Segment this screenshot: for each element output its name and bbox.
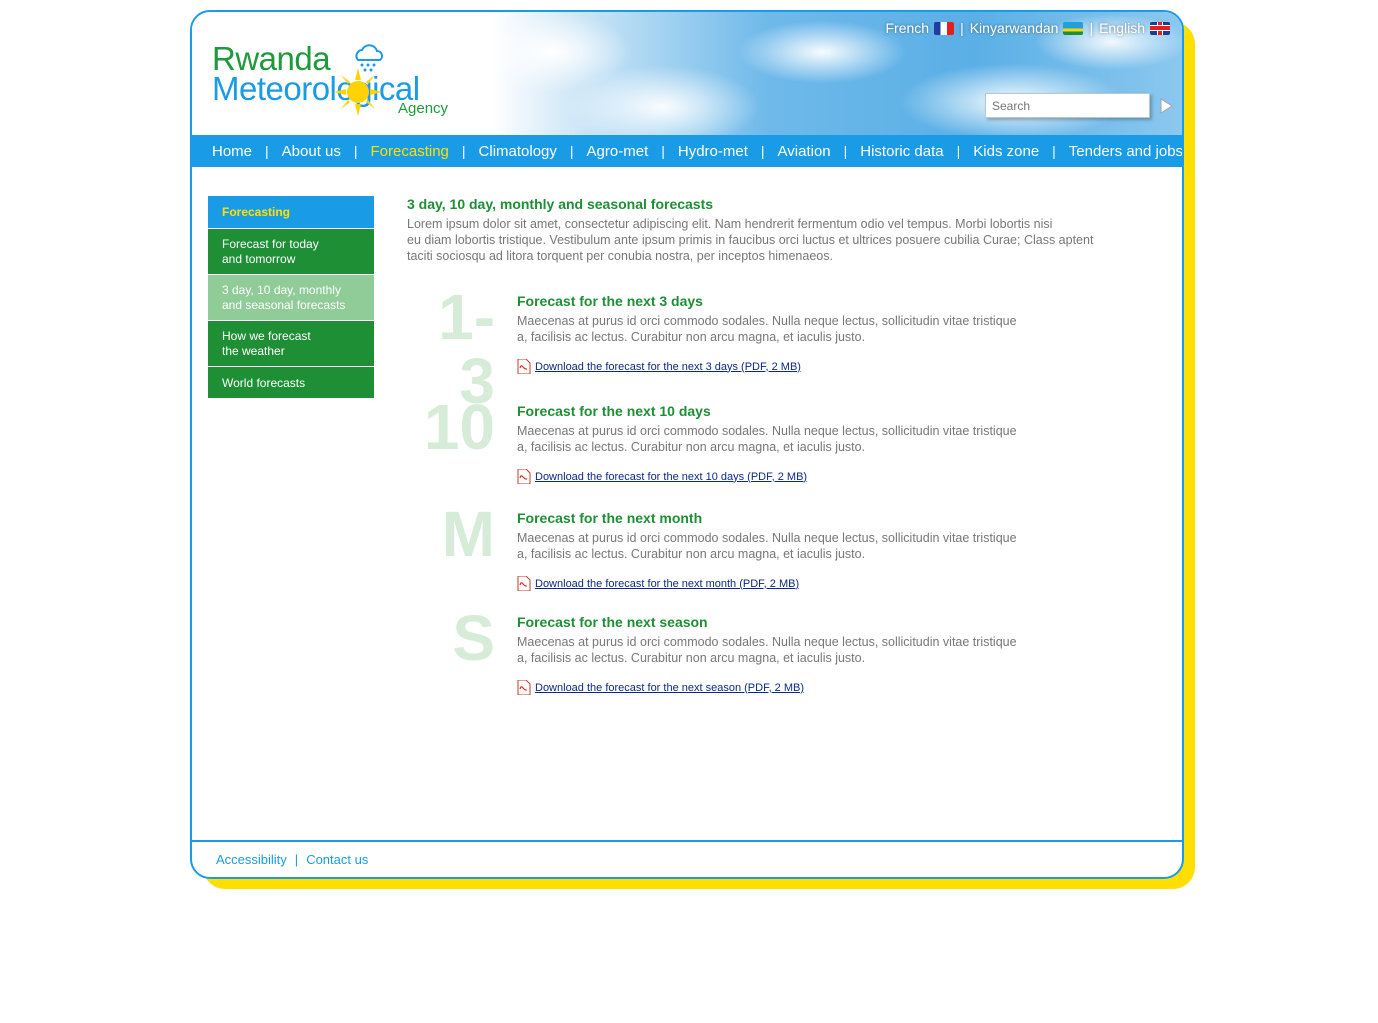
page-frame: Rwanda Meteorological Agency French | Ki… bbox=[190, 10, 1184, 879]
section-text-line: Maecenas at purus id orci commodo sodale… bbox=[517, 531, 1017, 545]
lang-separator: | bbox=[1089, 20, 1094, 36]
nav-separator: | bbox=[1052, 143, 1056, 159]
pdf-icon bbox=[517, 680, 531, 695]
footer-contact-link[interactable]: Contact us bbox=[306, 852, 368, 867]
intro-line: taciti sociosqu ad litora torquent per c… bbox=[407, 249, 833, 263]
lang-kinyarwandan[interactable]: Kinyarwandan bbox=[970, 20, 1084, 36]
nav-tenders-and-jobs[interactable]: Tenders and jobs bbox=[1069, 143, 1182, 160]
pdf-icon bbox=[517, 576, 531, 591]
intro-text: Lorem ipsum dolor sit amet, consectetur … bbox=[407, 216, 1107, 264]
sidebar-item-label: and tomorrow bbox=[222, 252, 296, 266]
nav-home[interactable]: Home bbox=[212, 143, 252, 160]
lang-french[interactable]: French bbox=[885, 20, 955, 36]
search-arrow-icon[interactable] bbox=[1158, 98, 1174, 114]
nav-separator: | bbox=[461, 143, 466, 159]
logo-text-meteorological: Meteorological bbox=[212, 70, 420, 107]
lang-english[interactable]: English bbox=[1099, 20, 1170, 36]
nav-separator: | bbox=[956, 143, 961, 159]
download-link[interactable]: Download the forecast for the next 10 da… bbox=[535, 471, 807, 483]
pdf-icon bbox=[517, 359, 531, 374]
logo-text-agency: Agency bbox=[398, 100, 449, 117]
section-title: Forecast for the next 3 days bbox=[517, 293, 703, 309]
nav-historic-data[interactable]: Historic data bbox=[860, 143, 943, 160]
section-text: Maecenas at purus id orci commodo sodale… bbox=[517, 530, 1037, 562]
sidebar: Forecasting Forecast for today and tomor… bbox=[208, 196, 374, 399]
footer-accessibility-link[interactable]: Accessibility bbox=[216, 852, 287, 867]
nav-separator: | bbox=[569, 143, 574, 159]
download-link[interactable]: Download the forecast for the next 3 day… bbox=[535, 361, 801, 373]
section-title: Forecast for the next season bbox=[517, 614, 708, 630]
section-text: Maecenas at purus id orci commodo sodale… bbox=[517, 423, 1037, 455]
section-big-label: M bbox=[441, 498, 495, 570]
download-link-row[interactable]: Download the forecast for the next 10 da… bbox=[517, 469, 807, 484]
intro-line: Lorem ipsum dolor sit amet, consectetur … bbox=[407, 217, 1053, 231]
section-text-line: a, facilisis ac lectus. Curabitur non ar… bbox=[517, 651, 866, 665]
flag-france-icon bbox=[934, 21, 955, 35]
download-link-row[interactable]: Download the forecast for the next 3 day… bbox=[517, 359, 801, 374]
nav-forecasting[interactable]: Forecasting bbox=[371, 143, 449, 160]
section-big-label: S bbox=[452, 602, 495, 674]
nav-about-us[interactable]: About us bbox=[282, 143, 341, 160]
footer-divider bbox=[192, 840, 1182, 842]
sidebar-item-today-tomorrow[interactable]: Forecast for today and tomorrow bbox=[208, 229, 374, 275]
nav-agro-met[interactable]: Agro-met bbox=[587, 143, 649, 160]
sidebar-item-how-we-forecast[interactable]: How we forecast the weather bbox=[208, 321, 374, 367]
download-link-row[interactable]: Download the forecast for the next seaso… bbox=[517, 680, 804, 695]
flag-rwanda-icon bbox=[1063, 21, 1084, 35]
nav-hydro-met[interactable]: Hydro-met bbox=[678, 143, 748, 160]
flag-uk-icon bbox=[1150, 21, 1170, 35]
lang-kinyarwandan-label: Kinyarwandan bbox=[969, 20, 1059, 36]
search-input[interactable] bbox=[985, 93, 1150, 118]
section-text-line: Maecenas at purus id orci commodo sodale… bbox=[517, 314, 1017, 328]
intro-line: eu diam lobortis tristique. Vestibulum a… bbox=[407, 233, 1094, 247]
nav-separator: | bbox=[265, 143, 269, 159]
sidebar-item-world-forecasts[interactable]: World forecasts bbox=[208, 367, 374, 399]
main-content: 3 day, 10 day, monthly and seasonal fore… bbox=[407, 196, 1147, 695]
section-text-line: Maecenas at purus id orci commodo sodale… bbox=[517, 424, 1017, 438]
section-text-line: a, facilisis ac lectus. Curabitur non ar… bbox=[517, 440, 866, 454]
nav-aviation[interactable]: Aviation bbox=[778, 143, 831, 160]
header: Rwanda Meteorological Agency French | Ki… bbox=[192, 12, 1182, 135]
nav-separator: | bbox=[843, 143, 848, 159]
lang-separator: | bbox=[960, 20, 964, 36]
footer: Accessibility | Contact us bbox=[216, 852, 368, 867]
section-text-line: a, facilisis ac lectus. Curabitur non ar… bbox=[517, 330, 866, 344]
sidebar-item-3-10-monthly-seasonal[interactable]: 3 day, 10 day, monthly and seasonal fore… bbox=[208, 275, 374, 321]
main-nav: Home | About us | Forecasting | Climatol… bbox=[192, 135, 1182, 167]
nav-separator: | bbox=[661, 143, 665, 159]
section-text: Maecenas at purus id orci commodo sodale… bbox=[517, 313, 1037, 345]
sidebar-item-label: 3 day, 10 day, monthly bbox=[222, 283, 341, 297]
section-text-line: Maecenas at purus id orci commodo sodale… bbox=[517, 635, 1017, 649]
download-link[interactable]: Download the forecast for the next seaso… bbox=[535, 682, 804, 694]
sidebar-item-label: and seasonal forecasts bbox=[222, 298, 346, 312]
section-title: Forecast for the next month bbox=[517, 510, 703, 526]
sidebar-item-label: the weather bbox=[222, 344, 285, 358]
section-text: Maecenas at purus id orci commodo sodale… bbox=[517, 634, 1037, 666]
sidebar-item-label: How we forecast bbox=[222, 329, 311, 343]
section-text-line: a, facilisis ac lectus. Curabitur non ar… bbox=[517, 547, 866, 561]
sidebar-item-label: Forecast for today bbox=[222, 237, 319, 251]
section-big-label: 10 bbox=[423, 391, 495, 463]
sidebar-heading[interactable]: Forecasting bbox=[208, 196, 374, 229]
footer-separator: | bbox=[294, 852, 299, 867]
nav-separator: | bbox=[760, 143, 765, 159]
rain-cloud-icon bbox=[355, 44, 383, 72]
download-link-row[interactable]: Download the forecast for the next month… bbox=[517, 576, 799, 591]
lang-english-label: English bbox=[1099, 20, 1145, 36]
nav-climatology[interactable]: Climatology bbox=[479, 143, 557, 160]
site-logo[interactable]: Rwanda Meteorological Agency bbox=[212, 40, 472, 126]
lang-french-label: French bbox=[885, 20, 930, 36]
nav-separator: | bbox=[353, 143, 358, 159]
sidebar-item-label: World forecasts bbox=[222, 376, 306, 390]
nav-kids-zone[interactable]: Kids zone bbox=[973, 143, 1039, 160]
page-title: 3 day, 10 day, monthly and seasonal fore… bbox=[407, 196, 714, 212]
section-title: Forecast for the next 10 days bbox=[517, 403, 711, 419]
language-switcher: French | Kinyarwandan | English bbox=[885, 20, 1170, 36]
download-link[interactable]: Download the forecast for the next month… bbox=[535, 578, 799, 590]
pdf-icon bbox=[517, 469, 531, 484]
